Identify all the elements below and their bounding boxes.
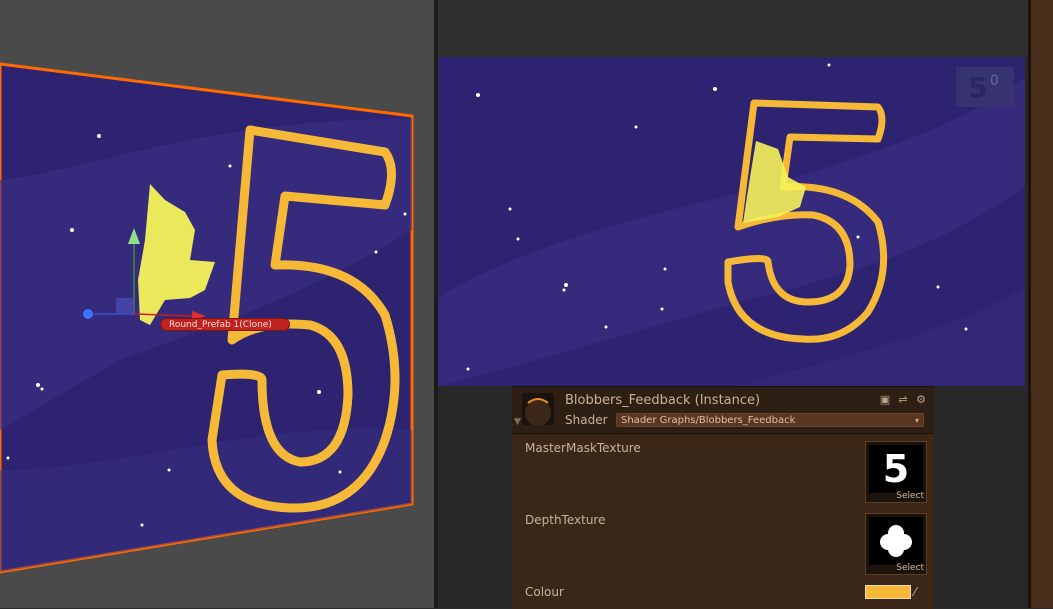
property-label-master-mask: MasterMaskTexture: [525, 441, 641, 455]
material-preview-thumbnail[interactable]: [522, 393, 554, 425]
game-view-toolbar-area: [438, 0, 1028, 57]
game-canvas: 5 0: [438, 57, 1025, 386]
inspector-header: ▼ Blobbers_Feedback (Instance) ▣ ⇌ ⚙ Sha…: [512, 387, 934, 434]
game-render: [438, 57, 1025, 386]
help-book-icon[interactable]: ▣: [878, 393, 892, 407]
mask-digit-text: 5: [882, 447, 910, 491]
scene-view[interactable]: Round_Prefab 1(Clone): [0, 0, 434, 608]
eyedropper-icon[interactable]: ⁄: [914, 585, 916, 599]
gizmo-plane-handle[interactable]: [116, 298, 134, 314]
scene-viewport[interactable]: [0, 0, 434, 608]
chevron-down-icon: ▾: [914, 416, 919, 425]
shader-dropdown[interactable]: Shader Graphs/Blobbers_Feedback ▾: [616, 413, 924, 427]
material-inspector: ▼ Blobbers_Feedback (Instance) ▣ ⇌ ⚙ Sha…: [512, 386, 934, 609]
material-title: Blobbers_Feedback (Instance): [565, 393, 761, 408]
gizmo-z-handle[interactable]: [83, 309, 93, 319]
right-panel-divider[interactable]: [1028, 0, 1031, 608]
master-mask-texture-preview: 5: [869, 445, 923, 493]
preset-sliders-icon[interactable]: ⇌: [896, 393, 910, 407]
master-mask-select-button[interactable]: Select: [896, 491, 924, 501]
shader-dropdown-value: Shader Graphs/Blobbers_Feedback: [621, 415, 796, 426]
master-mask-texture-slot[interactable]: 5 Select: [865, 441, 927, 503]
shader-label: Shader: [565, 413, 608, 427]
property-label-colour: Colour: [525, 585, 564, 599]
right-panel-edge: [1028, 0, 1053, 608]
gear-icon[interactable]: ⚙: [914, 393, 928, 407]
score-subvalue: 0: [990, 73, 999, 89]
depth-select-button[interactable]: Select: [896, 563, 924, 573]
object-name-tag[interactable]: Round_Prefab 1(Clone): [160, 318, 290, 331]
colour-swatch[interactable]: [865, 585, 911, 599]
property-label-depth: DepthTexture: [525, 513, 606, 527]
header-icons: ▣ ⇌ ⚙: [878, 393, 928, 407]
foldout-arrow-icon[interactable]: ▼: [514, 417, 521, 427]
score-value: 5: [968, 71, 988, 104]
depth-texture-slot[interactable]: Select: [865, 513, 927, 575]
depth-texture-preview: [869, 517, 923, 565]
